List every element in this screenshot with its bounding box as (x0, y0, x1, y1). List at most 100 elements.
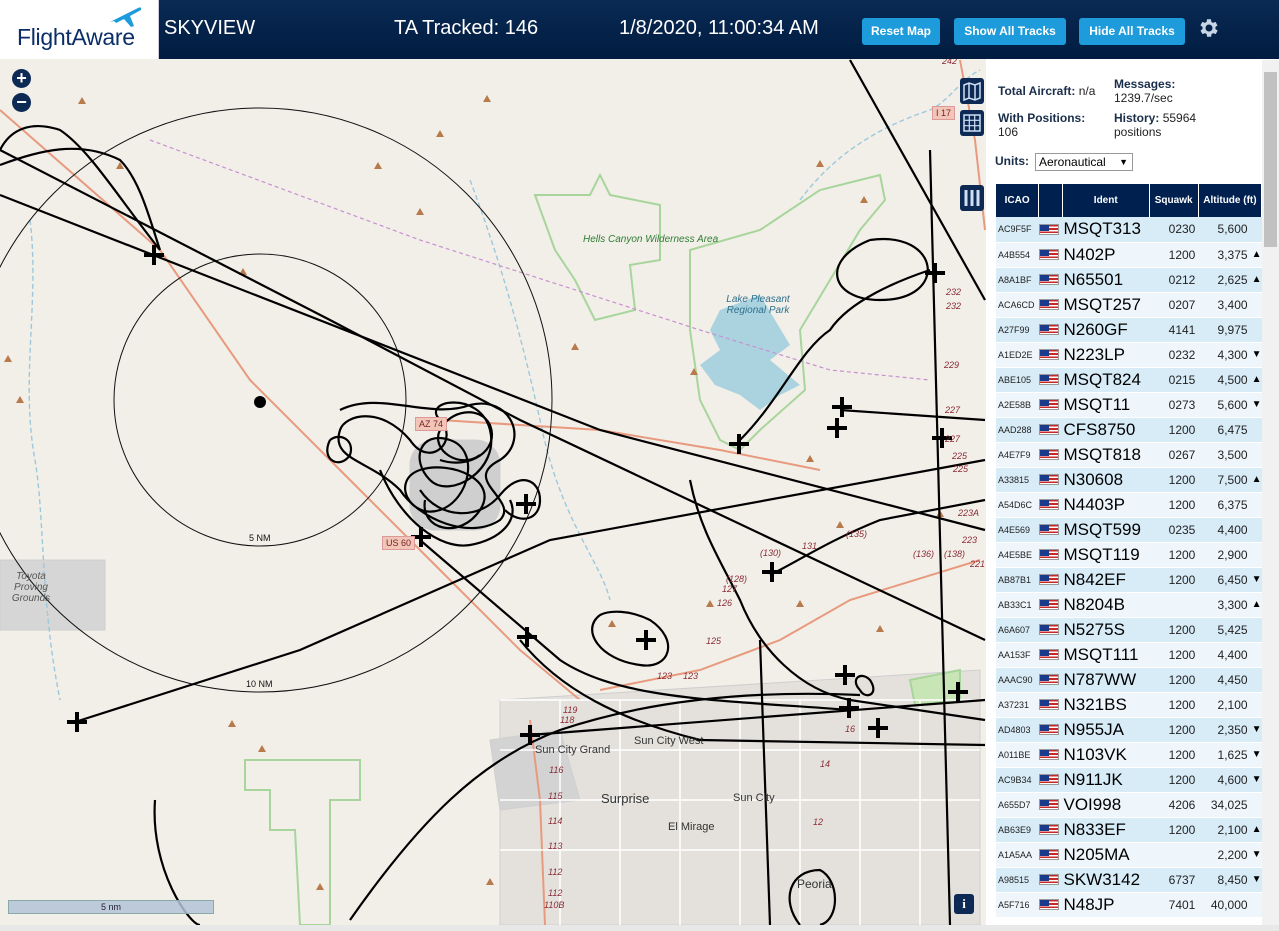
reset-map-button[interactable]: Reset Map (862, 18, 940, 45)
road-number: 223A (958, 508, 980, 518)
squawk-cell: 0235 (1149, 517, 1199, 543)
table-row[interactable]: A2E58B MSQT11 0273 5,600 ▼ (996, 392, 1262, 418)
table-row[interactable]: AB87B1 N842EF 1200 6,450 ▼ (996, 567, 1262, 593)
zoom-in-button[interactable]: + (12, 69, 31, 88)
map-canvas[interactable]: Hells Canyon Wilderness Area Lake Pleasa… (0, 59, 986, 925)
column-header-squawk[interactable]: Squawk (1149, 184, 1199, 217)
us-flag-icon (1038, 723, 1059, 735)
table-row[interactable]: A1ED2E N223LP 0232 4,300 ▼ (996, 342, 1262, 368)
road-number: 119 (563, 705, 578, 715)
icao-cell: A4E5BE (996, 542, 1039, 568)
table-row[interactable]: AAAC90 N787WW 1200 4,450 (996, 667, 1262, 693)
table-row[interactable]: A54D6C N4403P 1200 6,375 (996, 492, 1262, 518)
icao-cell: AC9F5F (996, 217, 1039, 243)
columns-toggle-button[interactable] (960, 185, 984, 211)
icao-cell: A4E7F9 (996, 442, 1039, 468)
table-row[interactable]: ABE105 MSQT824 0215 4,500 ▲ (996, 367, 1262, 393)
table-row[interactable]: A37231 N321BS 1200 2,100 (996, 692, 1262, 718)
with-positions-label: With Positions: (998, 111, 1086, 125)
country-flag-cell (1038, 417, 1063, 443)
column-header-ident[interactable]: Ident (1062, 184, 1150, 217)
icao-cell: A2E58B (996, 392, 1039, 418)
road-number: (130) (760, 548, 782, 558)
road-number: 227 (945, 405, 961, 415)
hide-all-tracks-button[interactable]: Hide All Tracks (1079, 18, 1185, 45)
road-number: 221 (970, 559, 986, 569)
column-header-altitude[interactable]: Altitude (ft) (1198, 184, 1263, 217)
column-header-flag[interactable] (1038, 184, 1063, 217)
icao-cell: ABE105 (996, 367, 1039, 393)
road-number: 113 (548, 841, 563, 851)
ident-cell: N205MA (1062, 842, 1149, 868)
road-number: 131 (802, 541, 818, 551)
app-name: SKYVIEW (164, 17, 256, 39)
road-number: 232 (946, 301, 962, 311)
icao-cell: A1ED2E (996, 342, 1039, 368)
info-button[interactable]: i (954, 894, 974, 914)
table-row[interactable]: AC9B34 N911JK 1200 4,600 ▼ (996, 767, 1262, 793)
us-flag-icon (1038, 548, 1059, 560)
table-row[interactable]: A655D7 VOI998 4206 34,025 (996, 792, 1262, 818)
table-row[interactable]: A5F716 N48JP 7401 40,000 (996, 892, 1262, 918)
table-header-row: ICAO Ident Squawk Altitude (ft) (996, 184, 1263, 217)
table-row[interactable]: A8A1BF N65501 0212 2,625 ▲ (996, 267, 1262, 293)
us-flag-icon (1038, 398, 1059, 410)
ident-cell: N955JA (1062, 717, 1149, 743)
table-row[interactable]: A011BE N103VK 1200 1,625 ▼ (996, 742, 1262, 768)
scale-bar: 5 nm (8, 900, 214, 914)
table-row[interactable]: A6A607 N5275S 1200 5,425 (996, 617, 1262, 643)
table-row[interactable]: A4B554 N402P 1200 3,375 ▲ (996, 242, 1262, 268)
icao-cell: AB87B1 (996, 567, 1039, 593)
road-number: 223 (962, 535, 978, 545)
table-row[interactable]: A4E7F9 MSQT818 0267 3,500 (996, 442, 1262, 468)
road-number: (128) (726, 574, 748, 584)
gear-icon[interactable] (1196, 16, 1220, 40)
icao-cell: A8A1BF (996, 267, 1039, 293)
table-row[interactable]: AAD288 CFS8750 1200 6,475 (996, 417, 1262, 443)
logo-text: FlightAware (17, 24, 135, 50)
us-flag-icon (1038, 448, 1059, 460)
squawk-cell: 0207 (1149, 292, 1199, 318)
units-select[interactable]: Aeronautical ▼ (1035, 153, 1133, 171)
table-row[interactable]: AC9F5F MSQT313 0230 5,600 (996, 217, 1262, 243)
table-row[interactable]: A1A5AA N205MA 2,200 ▼ (996, 842, 1262, 868)
country-flag-cell (1038, 742, 1063, 768)
altitude-cell: 2,100 (1198, 817, 1252, 843)
table-row[interactable]: A27F99 N260GF 4141 9,975 (996, 317, 1262, 343)
table-row[interactable]: AD4803 N955JA 1200 2,350 ▼ (996, 717, 1262, 743)
table-row[interactable]: A4E569 MSQT599 0235 4,400 (996, 517, 1262, 543)
column-header-icao[interactable]: ICAO (996, 184, 1040, 217)
icao-cell: AB33C1 (996, 592, 1039, 618)
us-flag-icon (1038, 573, 1059, 585)
horizontal-scrollbar[interactable] (0, 925, 1279, 931)
table-row[interactable]: A98515 SKW3142 6737 8,450 ▼ (996, 867, 1262, 893)
columns-icon (964, 190, 980, 206)
zoom-out-button[interactable]: − (12, 93, 31, 112)
altitude-cell: 1,625 (1198, 742, 1252, 768)
place-label: El Mirage (668, 821, 715, 833)
tracked-count: TA Tracked: 146 (394, 17, 539, 39)
grid-icon (963, 114, 981, 132)
altitude-cell: 2,200 (1198, 842, 1252, 868)
altitude-trend-cell: ▼ (1251, 717, 1262, 743)
table-row[interactable]: A4E5BE MSQT119 1200 2,900 (996, 542, 1262, 568)
grid-toggle-button[interactable] (960, 110, 984, 136)
table-row[interactable]: AB63E9 N833EF 1200 2,100 ▲ (996, 817, 1262, 843)
table-row[interactable]: AB33C1 N8204B 3,300 ▲ (996, 592, 1262, 618)
country-flag-cell (1038, 892, 1063, 918)
scale-label: 5 nm (100, 902, 121, 912)
squawk-cell: 1200 (1149, 717, 1199, 743)
squawk-cell: 0267 (1149, 442, 1199, 468)
road-number: 126 (717, 598, 733, 608)
table-row[interactable]: AA153F MSQT111 1200 4,400 (996, 642, 1262, 668)
table-row[interactable]: A33815 N30608 1200 7,500 ▲ (996, 467, 1262, 493)
show-all-tracks-button[interactable]: Show All Tracks (954, 18, 1066, 45)
map-layers-button[interactable] (960, 78, 984, 104)
map-graphics (0, 59, 986, 925)
scrollbar-thumb[interactable] (1264, 72, 1277, 247)
table-row[interactable]: ACA6CD MSQT257 0207 3,400 (996, 292, 1262, 318)
ident-cell: N4403P (1062, 492, 1149, 518)
panel-scrollbar[interactable] (1262, 60, 1279, 925)
altitude-cell: 6,450 (1198, 567, 1252, 593)
flightaware-logo[interactable]: FlightAware (0, 0, 159, 59)
